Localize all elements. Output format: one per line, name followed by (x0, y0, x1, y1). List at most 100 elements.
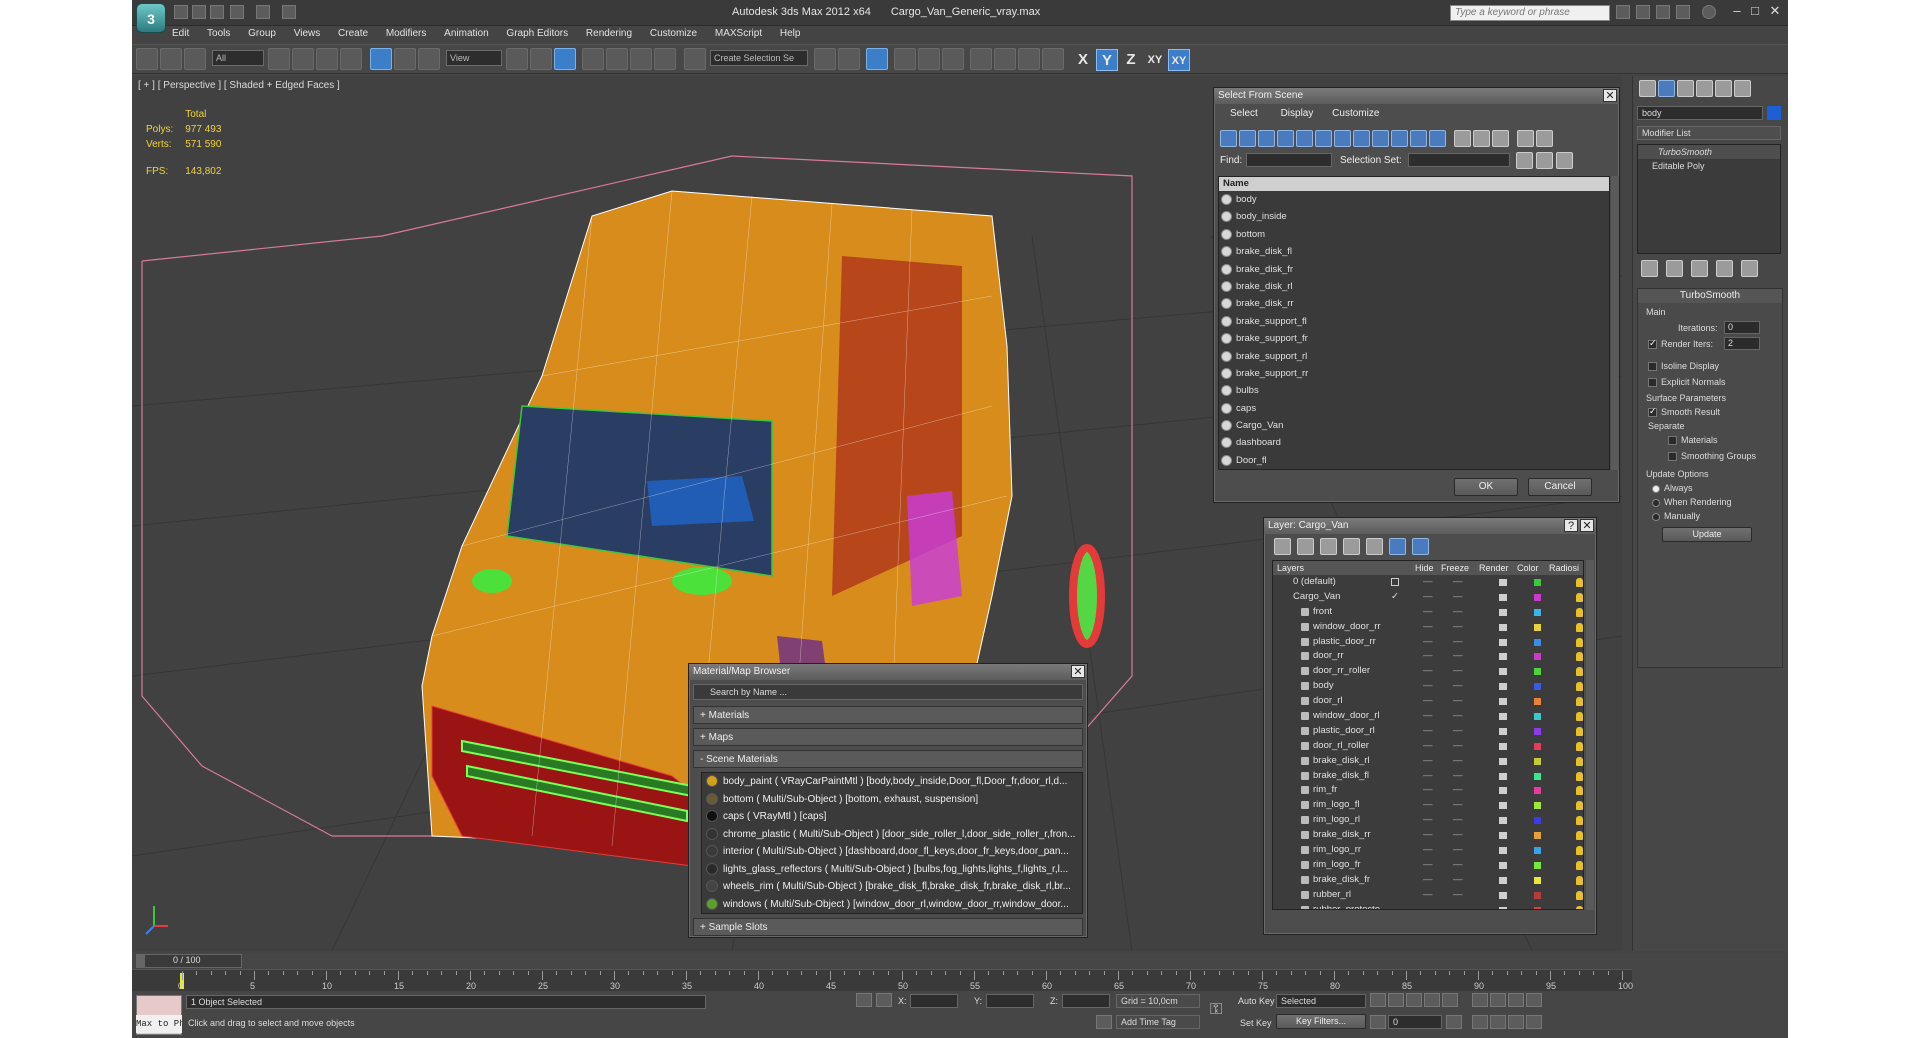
object-color-swatch[interactable] (1534, 832, 1541, 840)
stack-item-editable-poly[interactable]: Editable Poly (1638, 159, 1780, 173)
percent-snap-icon[interactable] (630, 48, 652, 70)
render-icon[interactable] (1499, 772, 1507, 780)
freeze-toggle[interactable]: — (1453, 709, 1463, 724)
materials-group[interactable]: + Materials (693, 706, 1083, 724)
rendered-frame-window-icon[interactable] (1018, 48, 1040, 70)
spinner-snap-icon[interactable] (654, 48, 676, 70)
freeze-toggle[interactable]: — (1453, 828, 1463, 843)
layer-row-cargo-van[interactable]: Cargo_Van ✓ — — (1273, 590, 1583, 605)
set-key-button[interactable]: Set Key (1240, 1018, 1272, 1028)
select-manipulate-icon[interactable] (530, 48, 552, 70)
frozen-filter-icon[interactable] (1410, 130, 1427, 147)
reference-coordinate-dropdown[interactable]: View (446, 50, 502, 66)
scene-object-row[interactable]: brake_disk_fr (1219, 261, 1609, 278)
render-icon[interactable] (1499, 832, 1507, 840)
maxscript-input[interactable]: Max to Physc (136, 1015, 182, 1033)
when-rendering-radio[interactable] (1652, 498, 1660, 507)
current-layer-checkbox[interactable] (1391, 578, 1399, 586)
menu-views[interactable]: Views (294, 26, 321, 42)
containers-filter-icon[interactable] (1391, 130, 1408, 147)
x-coord-field[interactable] (910, 994, 958, 1008)
layer-object-row[interactable]: brake_disk_rl — — (1273, 754, 1583, 769)
render-icon[interactable] (1499, 876, 1507, 884)
rectangular-selection-icon[interactable] (316, 48, 338, 70)
hide-toggle[interactable]: — (1423, 783, 1433, 798)
current-frame-field[interactable]: 0 (1388, 1015, 1442, 1029)
redo-icon[interactable] (256, 5, 270, 19)
radiosity-bulb-icon[interactable] (1576, 592, 1583, 602)
scene-object-row[interactable]: brake_disk_rr (1219, 295, 1609, 312)
object-color-swatch[interactable] (1534, 698, 1541, 706)
orbit-icon[interactable] (1508, 1015, 1524, 1029)
restrict-plane-cycle-button[interactable]: XY (1168, 49, 1190, 71)
minimize-button[interactable]: – (1728, 3, 1746, 19)
new-file-icon[interactable] (174, 5, 188, 19)
modifier-list-dropdown[interactable]: Modifier List (1637, 126, 1781, 140)
shapes-filter-icon[interactable] (1239, 130, 1256, 147)
menu-edit[interactable]: Edit (172, 26, 189, 42)
freeze-toggle[interactable]: — (1453, 858, 1463, 873)
helpers-filter-icon[interactable] (1296, 130, 1313, 147)
menu-graph-editors[interactable]: Graph Editors (506, 26, 568, 42)
freeze-toggle[interactable]: — (1453, 635, 1463, 650)
color-column[interactable]: Color (1517, 561, 1539, 575)
select-invert-icon[interactable] (1492, 130, 1509, 147)
hide-toggle[interactable]: — (1423, 739, 1433, 754)
hidden-filter-icon[interactable] (1429, 130, 1446, 147)
freeze-toggle[interactable]: — (1453, 813, 1463, 828)
app-logo-icon[interactable]: 3 (136, 3, 166, 33)
add-time-tag-button[interactable]: Add Time Tag (1116, 1015, 1200, 1029)
pin-stack-icon[interactable] (1641, 260, 1658, 277)
scene-material-item[interactable]: lights_glass_reflectors ( Multi/Sub-Obje… (702, 861, 1082, 879)
layer-object-row[interactable]: rim_logo_fr — — (1273, 858, 1583, 873)
goto-end-icon[interactable] (1442, 993, 1458, 1007)
render-icon[interactable] (1499, 653, 1507, 661)
schematic-view-icon[interactable] (942, 48, 964, 70)
restrict-xy-button[interactable]: XY (1144, 49, 1166, 71)
stack-item-turbosmooth[interactable]: TurboSmooth (1638, 145, 1780, 159)
radiosity-bulb-icon[interactable] (1576, 622, 1583, 632)
display-tab-icon[interactable] (1715, 80, 1732, 97)
communication-center-icon[interactable] (1656, 5, 1670, 19)
absolute-mode-icon[interactable] (876, 993, 892, 1007)
materials-checkbox[interactable] (1668, 436, 1677, 446)
tab-display[interactable]: Display (1281, 108, 1314, 119)
render-icon[interactable] (1499, 757, 1507, 765)
scene-object-row[interactable]: body_inside (1219, 208, 1609, 225)
freeze-column[interactable]: Freeze (1441, 561, 1469, 575)
viewport-label-menu[interactable]: [ + ] [ Perspective ] [ Shaded + Edged F… (138, 80, 340, 91)
layer-object-row[interactable]: rim_logo_rr — — (1273, 843, 1583, 858)
menu-animation[interactable]: Animation (444, 26, 488, 42)
unlink-selection-icon[interactable] (160, 48, 182, 70)
layer-list-scrollbar[interactable] (1586, 560, 1594, 910)
radiosity-bulb-icon[interactable] (1576, 682, 1583, 692)
freeze-all-layers-icon[interactable] (1412, 538, 1429, 555)
pan-view-icon[interactable] (1490, 1015, 1506, 1029)
render-icon[interactable] (1499, 802, 1507, 810)
select-none-icon[interactable] (1473, 130, 1490, 147)
object-color-swatch[interactable] (1534, 638, 1541, 646)
hide-column[interactable]: Hide (1415, 561, 1434, 575)
maximize-viewport-icon[interactable] (1526, 1015, 1542, 1029)
select-and-link-icon[interactable] (136, 48, 158, 70)
layer-object-row[interactable]: rim_logo_rl — — (1273, 813, 1583, 828)
subscription-icon[interactable] (1636, 5, 1650, 19)
scene-object-list[interactable]: Name body body_inside bottom brake_disk_fl b… (1218, 176, 1610, 470)
freeze-toggle[interactable]: — (1453, 605, 1463, 620)
radiosity-bulb-icon[interactable] (1576, 741, 1583, 751)
material-search-input[interactable]: Search by Name ... (693, 684, 1083, 700)
layer-object-row[interactable]: door_rl — — (1273, 694, 1583, 709)
bind-space-warp-icon[interactable] (184, 48, 206, 70)
select-object-icon[interactable] (268, 48, 290, 70)
object-color-swatch[interactable] (1534, 772, 1541, 780)
layer-object-row[interactable]: brake_disk_fr — — (1273, 873, 1583, 888)
layer-object-row[interactable]: door_rl_roller — — (1273, 739, 1583, 754)
object-color-swatch[interactable] (1534, 713, 1541, 721)
object-color-swatch[interactable] (1534, 817, 1541, 825)
help-search-input[interactable]: Type a keyword or phrase (1450, 5, 1610, 21)
hide-toggle[interactable]: — (1423, 679, 1433, 694)
scene-material-item[interactable]: windows ( Multi/Sub-Object ) [window_doo… (702, 896, 1082, 914)
render-icon[interactable] (1499, 861, 1507, 869)
radiosity-bulb-icon[interactable] (1576, 831, 1583, 841)
radiosity-bulb-icon[interactable] (1576, 652, 1583, 662)
